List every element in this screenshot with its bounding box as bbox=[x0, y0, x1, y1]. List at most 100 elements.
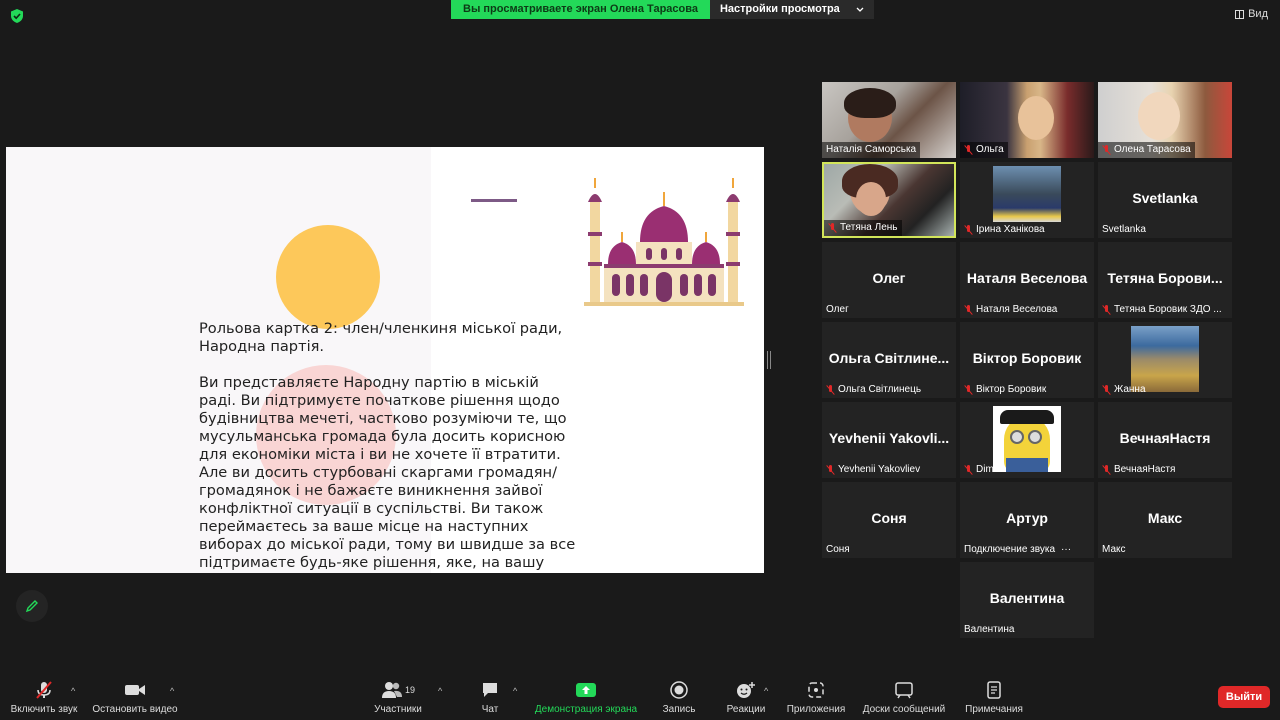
participant-tile[interactable]: Ірина Ханікова bbox=[960, 162, 1094, 238]
chat-label: Чат bbox=[481, 704, 499, 715]
participants-options-caret-icon[interactable]: ^ bbox=[438, 686, 442, 696]
muted-mic-icon bbox=[1102, 385, 1111, 395]
muted-mic-icon bbox=[826, 385, 835, 395]
participant-tile[interactable]: ВечнаяНастя ВечнаяНастя bbox=[1098, 402, 1232, 478]
audio-options-caret-icon[interactable]: ^ bbox=[71, 686, 75, 696]
participant-tile[interactable]: Жанна bbox=[1098, 322, 1232, 398]
encryption-shield-icon[interactable] bbox=[10, 9, 24, 23]
apps-button[interactable]: Приложения bbox=[784, 680, 848, 715]
participants-button[interactable]: 19 Участники bbox=[370, 680, 426, 715]
record-button[interactable]: Запись bbox=[658, 680, 700, 715]
participant-name-label: Олег bbox=[826, 304, 849, 315]
participant-name-label: Олена Тарасова bbox=[1098, 142, 1195, 158]
participant-tile[interactable]: Тетяна Борови... Тетяна Боровик ЗДО ... bbox=[1098, 242, 1232, 318]
participant-display-name: Олег bbox=[872, 270, 906, 286]
participant-tile[interactable]: Dima bbox=[960, 402, 1094, 478]
muted-mic-icon bbox=[964, 305, 973, 315]
muted-mic-icon bbox=[1102, 305, 1111, 315]
participant-display-name: Svetlanka bbox=[1132, 190, 1198, 206]
view-grid-icon bbox=[1235, 9, 1245, 19]
participant-tile[interactable]: Ольга bbox=[960, 82, 1094, 158]
participant-face bbox=[1138, 92, 1180, 140]
muted-mic-icon bbox=[828, 223, 837, 233]
muted-mic-icon bbox=[1102, 145, 1111, 155]
zoom-meeting-window: Вы просматриваете экран Олена Тарасова Н… bbox=[0, 0, 1280, 720]
muted-mic-icon bbox=[964, 385, 973, 395]
participant-name-label: Ольга Світлинець bbox=[822, 382, 925, 398]
share-screen-label: Демонстрация экрана bbox=[534, 704, 638, 715]
apps-icon bbox=[808, 682, 824, 698]
participants-label: Участники bbox=[374, 704, 422, 715]
connecting-dots-icon: ··· bbox=[1061, 544, 1072, 555]
chat-options-caret-icon[interactable]: ^ bbox=[513, 686, 517, 696]
participant-tile[interactable]: Наталя Веселова Наталя Веселова bbox=[960, 242, 1094, 318]
participant-name-label: Валентина bbox=[964, 624, 1015, 635]
notes-button[interactable]: Примечания bbox=[962, 680, 1026, 715]
participant-tile[interactable]: Артур Подключение звука ··· bbox=[960, 482, 1094, 558]
chat-button[interactable]: Чат bbox=[472, 680, 508, 715]
muted-mic-icon bbox=[964, 225, 973, 235]
shared-screen-slide: Рольова картка 2: член/членкиня міської … bbox=[6, 147, 764, 573]
overalls-shape bbox=[1006, 458, 1048, 472]
muted-mic-icon bbox=[964, 465, 973, 475]
participant-tile[interactable]: Олена Тарасова bbox=[1098, 82, 1232, 158]
whiteboards-label: Доски сообщений bbox=[862, 704, 946, 715]
participant-name-label: Подключение звука ··· bbox=[960, 542, 1075, 558]
view-settings-button[interactable]: Настройки просмотра bbox=[709, 0, 874, 19]
slide-paragraph-role: Рольова картка 2: член/членкиня міської … bbox=[199, 320, 563, 355]
view-label: Вид bbox=[1248, 8, 1268, 20]
participant-tile[interactable]: Валентина Валентина bbox=[960, 562, 1094, 638]
participant-name-label: Тетяна Боровик ЗДО ... bbox=[1098, 302, 1226, 318]
screen-share-banner: Вы просматриваете экран Олена Тарасова Н… bbox=[451, 0, 874, 19]
chevron-down-icon bbox=[856, 7, 864, 12]
participant-tile[interactable]: Yevhenii Yakovli... Yevhenii Yakovliev bbox=[822, 402, 956, 478]
participant-tile[interactable]: Віктор Боровик Віктор Боровик bbox=[960, 322, 1094, 398]
participant-display-name: Соня bbox=[871, 510, 907, 526]
muted-mic-icon bbox=[964, 145, 973, 155]
stop-video-button[interactable]: Остановить видео bbox=[90, 680, 180, 715]
slide-paragraph-description: Ви представляєте Народну партію в міські… bbox=[199, 374, 576, 573]
meeting-controls-toolbar: Включить звук ^ Остановить видео ^ 19 Уч… bbox=[0, 672, 1280, 720]
decorative-yellow-circle bbox=[276, 225, 380, 329]
participant-name-label: Наталія Саморська bbox=[822, 142, 921, 158]
participant-name-label: Dima bbox=[960, 462, 1003, 478]
split-resize-handle[interactable] bbox=[767, 351, 771, 369]
participant-name-label: Віктор Боровик bbox=[960, 382, 1050, 398]
participant-tile[interactable]: Svetlanka Svetlanka bbox=[1098, 162, 1232, 238]
whiteboard-icon bbox=[895, 682, 913, 699]
participant-tile[interactable]: Ольга Світлине... Ольга Світлинець bbox=[822, 322, 956, 398]
participant-tile[interactable]: Олег Олег bbox=[822, 242, 956, 318]
participant-name-label: Жанна bbox=[1098, 382, 1150, 398]
participant-display-name: Валентина bbox=[989, 590, 1065, 606]
participant-display-name: Артур bbox=[1006, 510, 1048, 526]
participant-avatar-photo bbox=[993, 166, 1061, 222]
slide-text: Рольова картка 2: член/членкиня міської … bbox=[199, 320, 579, 573]
participant-tile-active-speaker[interactable]: Тетяна Лень bbox=[822, 162, 956, 238]
participant-name-label: Yevhenii Yakovliev bbox=[822, 462, 924, 478]
reactions-button[interactable]: Реакции bbox=[722, 680, 770, 715]
leave-meeting-button[interactable]: Выйти bbox=[1218, 686, 1270, 708]
participant-name-label: Макс bbox=[1102, 544, 1126, 555]
microphone-muted-icon bbox=[36, 681, 52, 699]
participant-tile[interactable]: Наталія Саморська bbox=[822, 82, 956, 158]
muted-mic-icon bbox=[1102, 465, 1111, 475]
reactions-options-caret-icon[interactable]: ^ bbox=[764, 686, 768, 696]
share-screen-button[interactable]: Демонстрация экрана bbox=[532, 680, 640, 715]
participant-tile[interactable]: Макс Макс bbox=[1098, 482, 1232, 558]
whiteboards-button[interactable]: Доски сообщений bbox=[860, 680, 948, 715]
participant-tile[interactable]: Соня Соня bbox=[822, 482, 956, 558]
video-options-caret-icon[interactable]: ^ bbox=[170, 686, 174, 696]
participant-name-label: Тетяна Лень bbox=[824, 220, 902, 236]
view-button[interactable]: Вид bbox=[1235, 8, 1268, 20]
view-settings-label: Настройки просмотра bbox=[719, 3, 840, 15]
pencil-icon bbox=[25, 600, 38, 613]
participant-display-name: Віктор Боровик bbox=[972, 350, 1082, 366]
mosque-illustration-icon bbox=[584, 178, 744, 306]
participant-display-name: Ольга Світлине... bbox=[828, 350, 950, 366]
annotate-button[interactable] bbox=[16, 590, 48, 622]
unmute-button[interactable]: Включить звук bbox=[8, 680, 80, 715]
participant-hair bbox=[844, 88, 896, 118]
notes-label: Примечания bbox=[965, 704, 1023, 715]
participant-name-label: Наталя Веселова bbox=[960, 302, 1061, 318]
share-screen-arrow-icon bbox=[576, 683, 596, 697]
